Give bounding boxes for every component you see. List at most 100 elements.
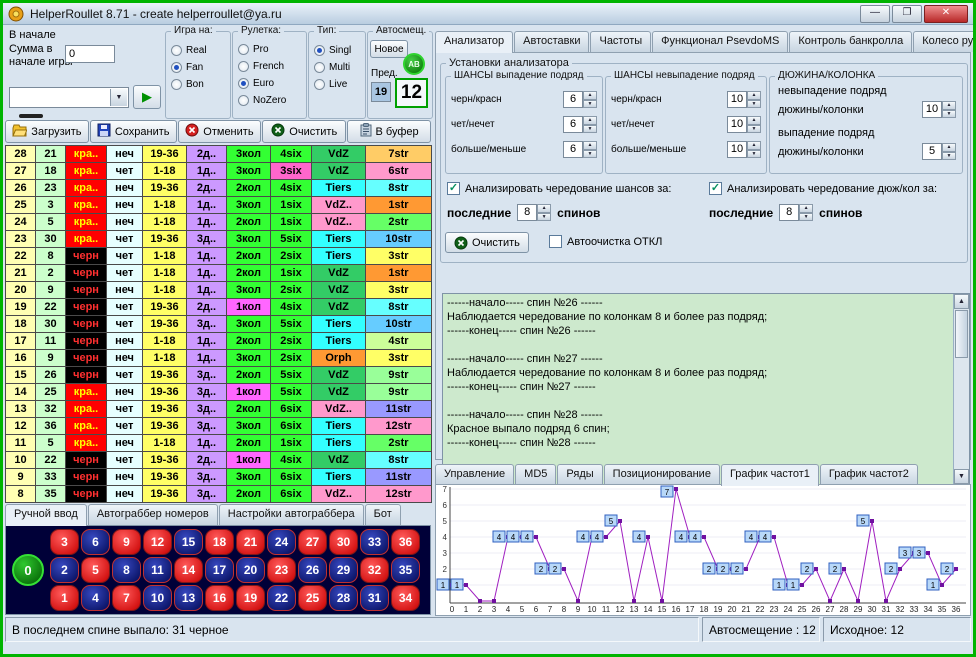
numpad-button-21[interactable]: 21: [236, 529, 265, 555]
spinner-down-button[interactable]: ▼: [537, 213, 551, 222]
spinner-up-button[interactable]: ▲: [942, 143, 956, 152]
clear-analyzer-button[interactable]: Очистить: [445, 232, 529, 253]
numpad-button-14[interactable]: 14: [174, 557, 203, 583]
table-row[interactable]: 933черннеч19-363д..3кол6sixTiers11str: [6, 469, 432, 486]
numpad-button-33[interactable]: 33: [360, 529, 389, 555]
numpad-button-26[interactable]: 26: [298, 557, 327, 583]
spinner-value[interactable]: 10: [727, 141, 747, 158]
spinner-down-button[interactable]: ▼: [799, 213, 813, 222]
spinner-down-button[interactable]: ▼: [747, 125, 761, 134]
numpad-button-16[interactable]: 16: [205, 585, 234, 611]
resize-grip[interactable]: [19, 114, 43, 118]
tab-input-4[interactable]: Бот: [365, 504, 401, 525]
в буфер-button[interactable]: В буфер: [347, 120, 431, 143]
tab-chart-1[interactable]: Управление: [435, 464, 514, 485]
numpad-button-20[interactable]: 20: [236, 557, 265, 583]
numpad-button-29[interactable]: 29: [329, 557, 358, 583]
spinner-up-button[interactable]: ▲: [747, 91, 761, 100]
numpad-button-25[interactable]: 25: [298, 585, 327, 611]
numpad-button-5[interactable]: 5: [81, 557, 110, 583]
numpad-button-24[interactable]: 24: [267, 529, 296, 555]
spinner-value[interactable]: 5: [922, 143, 942, 160]
table-row[interactable]: 1526чернчет19-363д..2кол5sixVdZ9str: [6, 367, 432, 384]
numpad-button-19[interactable]: 19: [236, 585, 265, 611]
setting-spinner[interactable]: 10▲▼: [727, 91, 761, 108]
autoshift-toggle-button[interactable]: АВ: [403, 53, 425, 75]
start-sum-input[interactable]: [65, 45, 115, 63]
setting-spinner[interactable]: 6▲▼: [563, 141, 597, 158]
spinner-up-button[interactable]: ▲: [747, 116, 761, 125]
tab-analyzer-6[interactable]: Колесо рул: [913, 31, 973, 52]
table-row[interactable]: 245кра..неч1-181д..2кол1sixVdZ..2str: [6, 214, 432, 231]
spinner-up-button[interactable]: ▲: [799, 204, 813, 213]
tab-chart-3[interactable]: Ряды: [557, 464, 602, 485]
загрузить-button[interactable]: Загрузить: [5, 120, 89, 143]
numpad-button-1[interactable]: 1: [50, 585, 79, 611]
table-row[interactable]: 2330кра..чет19-363д..3кол5sixTiers10str: [6, 231, 432, 248]
table-row[interactable]: 2623кра..неч19-362д..2кол4sixTiers8str: [6, 180, 432, 197]
radio-option-nozero[interactable]: NoZero: [233, 92, 306, 109]
tab-analyzer-3[interactable]: Частоты: [590, 31, 651, 52]
spinner-value[interactable]: 6: [563, 141, 583, 158]
spinner-up-button[interactable]: ▲: [583, 141, 597, 150]
numpad-button-17[interactable]: 17: [205, 557, 234, 583]
radio-option-euro[interactable]: Euro: [233, 75, 306, 92]
tab-input-2[interactable]: Автограббер номеров: [88, 504, 218, 525]
chevron-down-icon[interactable]: ▼: [110, 89, 127, 106]
spinner-up-button[interactable]: ▲: [583, 116, 597, 125]
dozen-miss-spinner[interactable]: 10 ▲▼: [922, 101, 956, 118]
numpad-button-34[interactable]: 34: [391, 585, 420, 611]
tab-chart-2[interactable]: MD5: [515, 464, 556, 485]
numpad-button-12[interactable]: 12: [143, 529, 172, 555]
table-row[interactable]: 1830чернчет19-363д..3кол5sixTiers10str: [6, 316, 432, 333]
numpad-button-18[interactable]: 18: [205, 529, 234, 555]
setting-spinner[interactable]: 10▲▼: [727, 116, 761, 133]
last-spins-spinner-1[interactable]: 8 ▲▼: [517, 204, 551, 221]
spinner-value[interactable]: 10: [727, 116, 747, 133]
очистить-button[interactable]: Очистить: [262, 120, 346, 143]
spinner-up-button[interactable]: ▲: [583, 91, 597, 100]
play-button[interactable]: ▶: [133, 85, 161, 109]
table-row[interactable]: 1711черннеч1-181д..2кол2sixTiers4str: [6, 333, 432, 350]
numpad-button-28[interactable]: 28: [329, 585, 358, 611]
table-row[interactable]: 2821кра..неч19-362д..3кол4sixVdZ7str: [6, 146, 432, 163]
table-row[interactable]: 253кра..неч1-181д..3кол1sixVdZ..1str: [6, 197, 432, 214]
spinner-down-button[interactable]: ▼: [747, 100, 761, 109]
setting-spinner[interactable]: 6▲▼: [563, 91, 597, 108]
tab-analyzer-1[interactable]: Анализатор: [435, 31, 513, 53]
radio-option-real[interactable]: Real: [166, 42, 230, 59]
numpad-button-2[interactable]: 2: [50, 557, 79, 583]
tab-chart-6[interactable]: График частот2: [820, 464, 918, 485]
radio-option-fan[interactable]: Fan: [166, 59, 230, 76]
tab-chart-5[interactable]: График частот1: [721, 464, 819, 486]
tab-input-3[interactable]: Настройки автограббера: [219, 504, 364, 525]
radio-option-bon[interactable]: Bon: [166, 76, 230, 93]
radio-option-multi[interactable]: Multi: [309, 59, 365, 76]
table-row[interactable]: 1332кра..чет19-363д..2кол6sixVdZ..11str: [6, 401, 432, 418]
spinner-value[interactable]: 10: [727, 91, 747, 108]
minimize-button[interactable]: —: [860, 5, 890, 23]
отменить-button[interactable]: Отменить: [178, 120, 262, 143]
scrollbar-thumb[interactable]: [955, 310, 968, 358]
autoclear-checkbox[interactable]: Автоочистка ОТКЛ: [549, 235, 662, 248]
numpad-button-8[interactable]: 8: [112, 557, 141, 583]
spinner-value[interactable]: 6: [563, 116, 583, 133]
tab-input-1[interactable]: Ручной ввод: [5, 504, 87, 526]
tab-analyzer-2[interactable]: Автоставки: [514, 31, 589, 52]
tab-analyzer-4[interactable]: Функционал PsevdoMS: [652, 31, 788, 52]
setting-spinner[interactable]: 10▲▼: [727, 141, 761, 158]
spinner-up-button[interactable]: ▲: [537, 204, 551, 213]
spinner-down-button[interactable]: ▼: [942, 152, 956, 161]
close-button[interactable]: ✕: [924, 5, 968, 23]
numpad-button-9[interactable]: 9: [112, 529, 141, 555]
spinner-up-button[interactable]: ▲: [747, 141, 761, 150]
analyze-dozens-checkbox[interactable]: ✓ Анализировать чередование дюж/кол за:: [709, 182, 937, 195]
table-row[interactable]: 212чернчет1-181д..2кол1sixVdZ1str: [6, 265, 432, 282]
scroll-up-icon[interactable]: ▲: [954, 294, 969, 309]
spinner-value[interactable]: 6: [563, 91, 583, 108]
setting-spinner[interactable]: 6▲▼: [563, 116, 597, 133]
table-row[interactable]: 1425кра..неч19-363д..1кол5sixVdZ9str: [6, 384, 432, 401]
numpad-button-3[interactable]: 3: [50, 529, 79, 555]
numpad-button-36[interactable]: 36: [391, 529, 420, 555]
new-button[interactable]: Новое: [370, 40, 408, 58]
